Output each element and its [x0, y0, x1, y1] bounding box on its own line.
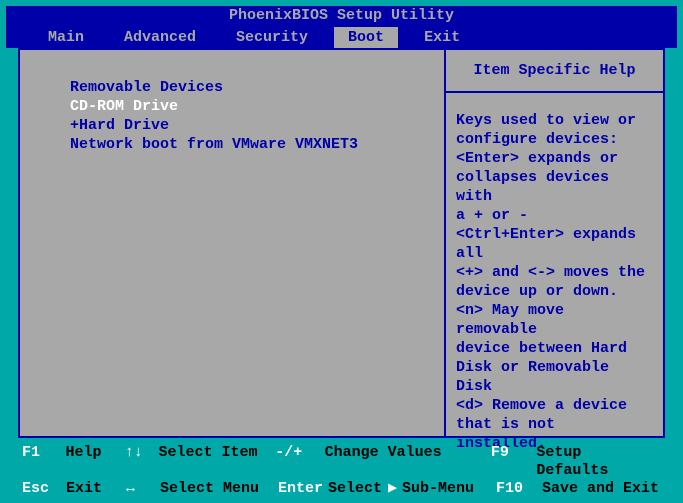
key-f9: F9	[491, 444, 537, 480]
tab-security[interactable]: Security	[222, 27, 322, 48]
key-f1: F1	[22, 444, 66, 480]
hint-select-item: Select Item	[158, 444, 275, 480]
bios-title: PhoenixBIOS Setup Utility	[6, 6, 677, 26]
help-title: Item Specific Help	[446, 50, 663, 93]
key-updown-icon: ↑↓	[125, 444, 159, 480]
boot-item-harddrive[interactable]: +Hard Drive	[70, 116, 444, 135]
footer-hints: F1 Help ↑↓ Select Item -/+ Change Values…	[6, 438, 677, 502]
footer-row-1: F1 Help ↑↓ Select Item -/+ Change Values…	[22, 444, 661, 480]
hint-select-menu: Select Menu	[160, 480, 278, 498]
key-enter: Enter	[278, 480, 328, 498]
arrow-right-icon: ▶	[388, 480, 402, 498]
key-esc: Esc	[22, 480, 66, 498]
boot-order-panel: Removable Devices CD-ROM Drive +Hard Dri…	[20, 50, 446, 436]
boot-item-cdrom[interactable]: CD-ROM Drive	[70, 97, 444, 116]
key-plusminus: -/+	[275, 444, 324, 480]
tab-advanced[interactable]: Advanced	[110, 27, 210, 48]
hint-exit: Exit	[66, 480, 126, 498]
boot-item-label: Network boot from VMware VMXNET3	[70, 136, 358, 153]
hint-change-values: Change Values	[325, 444, 491, 480]
tab-exit[interactable]: Exit	[410, 27, 474, 48]
prefix: +	[70, 117, 79, 134]
hint-save-exit: Save and Exit	[542, 480, 659, 498]
tab-boot[interactable]: Boot	[334, 27, 398, 48]
help-body: Keys used to view or configure devices: …	[446, 93, 663, 453]
boot-item-removable[interactable]: Removable Devices	[70, 78, 444, 97]
boot-item-label: Removable Devices	[70, 79, 223, 96]
hint-select: Select	[328, 480, 388, 498]
boot-item-label: Hard Drive	[79, 117, 169, 134]
key-f10: F10	[496, 480, 542, 498]
help-panel: Item Specific Help Keys used to view or …	[446, 50, 663, 436]
key-leftright-icon: ↔	[126, 480, 160, 498]
footer-row-2: Esc Exit ↔ Select Menu Enter Select ▶ Su…	[22, 480, 661, 498]
menu-bar: Main Advanced Security Boot Exit	[6, 26, 677, 48]
hint-setup-defaults: Setup Defaults	[536, 444, 661, 480]
hint-submenu: Sub-Menu	[402, 480, 496, 498]
tab-main[interactable]: Main	[34, 27, 98, 48]
content-area: Removable Devices CD-ROM Drive +Hard Dri…	[18, 48, 665, 438]
boot-item-network[interactable]: Network boot from VMware VMXNET3	[70, 135, 444, 154]
hint-help: Help	[66, 444, 125, 480]
boot-item-label: CD-ROM Drive	[70, 98, 178, 115]
